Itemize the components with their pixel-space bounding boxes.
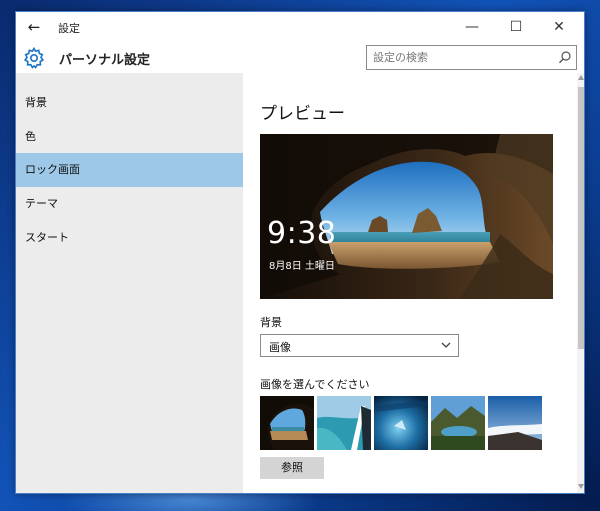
- scrollbar-thumb[interactable]: [578, 87, 584, 349]
- scroll-up-arrow[interactable]: [578, 75, 584, 80]
- page-heading: パーソナル設定: [59, 53, 151, 68]
- picture-thumbnails: [260, 396, 550, 450]
- thumbnail-clouds-horizon[interactable]: [488, 396, 542, 450]
- window-title: 設定: [58, 22, 80, 35]
- chevron-down-icon: [441, 342, 451, 348]
- sidebar-item-themes[interactable]: テーマ: [16, 187, 243, 221]
- sidebar-item-lock-screen[interactable]: ロック画面: [16, 153, 243, 187]
- gear-icon: [23, 46, 45, 69]
- sidebar: 背景 色 ロック画面 テーマ スタート: [16, 73, 243, 493]
- main-content: プレビュー 9:38 8月8日 土曜日 背景 画像 画像を選んでください 参照: [243, 73, 584, 493]
- sidebar-item-colors[interactable]: 色: [16, 120, 243, 154]
- thumbnail-underwater[interactable]: [374, 396, 428, 450]
- sidebar-item-start[interactable]: スタート: [16, 221, 243, 255]
- page-title: プレビュー: [260, 104, 345, 124]
- choose-picture-label: 画像を選んでください: [260, 378, 370, 391]
- background-dropdown-value: 画像: [269, 341, 291, 354]
- lock-screen-preview: 9:38 8月8日 土曜日: [260, 134, 553, 299]
- search-icon[interactable]: [558, 50, 572, 64]
- thumbnail-cave-beach[interactable]: [260, 396, 314, 450]
- preview-time: 9:38: [267, 216, 337, 251]
- minimize-button[interactable]: —: [452, 16, 492, 38]
- background-dropdown[interactable]: 画像: [260, 334, 459, 357]
- background-label: 背景: [260, 316, 282, 329]
- browse-button[interactable]: 参照: [260, 457, 324, 479]
- vertical-scrollbar[interactable]: [577, 73, 584, 493]
- search-box: [366, 45, 577, 70]
- scroll-down-arrow[interactable]: [578, 484, 584, 489]
- search-input[interactable]: [367, 46, 552, 69]
- title-bar: ← 設定 — ☐ ✕: [16, 12, 584, 42]
- maximize-button[interactable]: ☐: [496, 16, 536, 38]
- settings-window: ← 設定 — ☐ ✕ パーソナル設定 背景 色 ロック画面 テーマ スタート プ…: [15, 11, 585, 494]
- sidebar-item-background[interactable]: 背景: [16, 86, 243, 120]
- thumbnail-mountain-lake[interactable]: [431, 396, 485, 450]
- preview-date: 8月8日 土曜日: [269, 261, 335, 272]
- back-button[interactable]: ←: [24, 17, 44, 37]
- close-button[interactable]: ✕: [539, 16, 579, 38]
- thumbnail-aerial-sea[interactable]: [317, 396, 371, 450]
